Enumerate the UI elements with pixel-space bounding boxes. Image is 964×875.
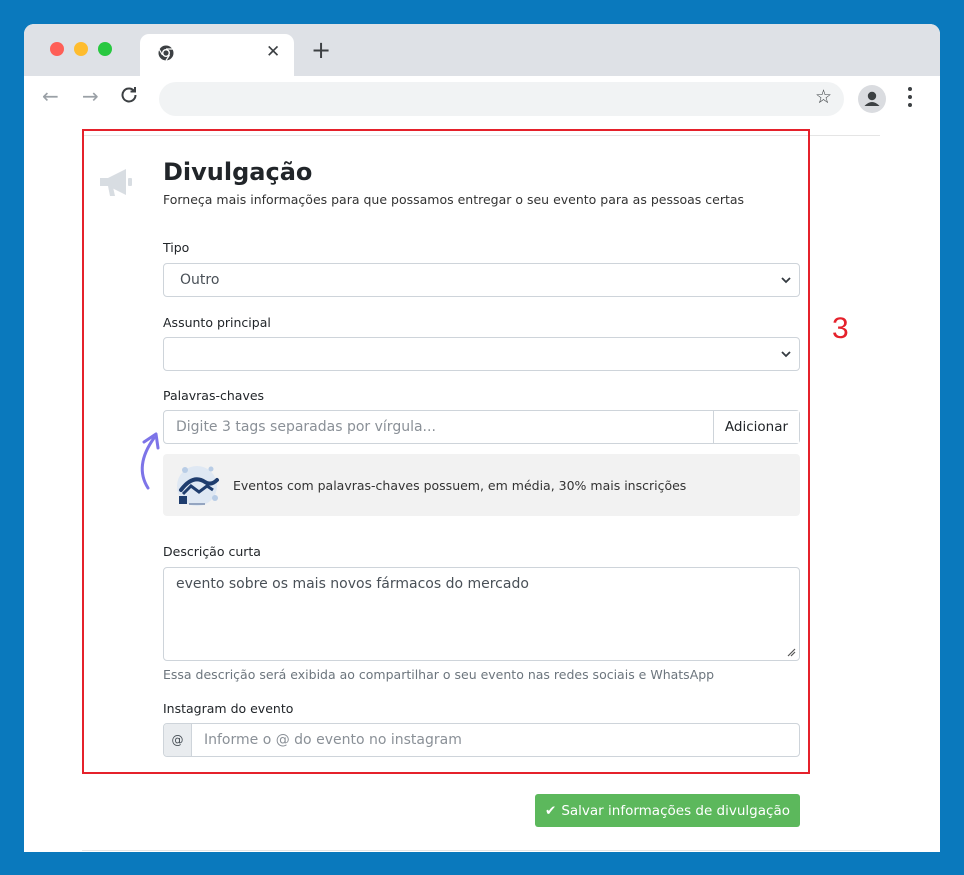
page-title: Divulgação: [163, 158, 313, 186]
instagram-input[interactable]: [192, 724, 798, 756]
keywords-tip-text: Eventos com palavras-chaves possuem, em …: [233, 478, 687, 493]
address-bar[interactable]: ☆: [159, 82, 844, 116]
page-bottom-divider: [82, 850, 880, 851]
browser-tab[interactable]: ✕: [140, 34, 294, 76]
minimize-window-button[interactable]: [74, 42, 88, 56]
browser-window: ✕ + ← → ☆ 3 Divulgação Forneça mais info…: [24, 24, 940, 852]
step-number: 3: [832, 312, 849, 345]
chevron-down-icon: [781, 277, 791, 284]
instagram-label: Instagram do evento: [163, 701, 294, 716]
check-icon: ✔: [545, 802, 557, 819]
instagram-input-group: @: [163, 723, 800, 757]
megaphone-icon: [100, 169, 132, 196]
descricao-label: Descrição curta: [163, 544, 261, 559]
forward-icon[interactable]: →: [82, 86, 99, 106]
page-subtitle: Forneça mais informações para que possam…: [163, 192, 745, 207]
tipo-select-value: Outro: [180, 272, 220, 288]
new-tab-icon[interactable]: +: [311, 38, 331, 62]
back-icon[interactable]: ←: [42, 86, 59, 106]
browser-titlebar: ✕ +: [24, 24, 940, 76]
tipo-select[interactable]: Outro: [163, 263, 800, 297]
palavras-label: Palavras-chaves: [163, 388, 265, 403]
short-description-textarea[interactable]: evento sobre os mais novos fármacos do m…: [163, 567, 800, 661]
save-button-label: Salvar informações de divulgação: [561, 802, 790, 819]
keywords-input[interactable]: [164, 411, 713, 443]
description-help-text: Essa descrição será exibida ao compartil…: [163, 667, 715, 682]
close-window-button[interactable]: [50, 42, 64, 56]
tip-illustration-icon: [177, 466, 219, 506]
maximize-window-button[interactable]: [98, 42, 112, 56]
reload-icon[interactable]: [120, 86, 138, 104]
save-divulgacao-button[interactable]: ✔ Salvar informações de divulgação: [535, 794, 800, 827]
assunto-select[interactable]: [163, 337, 800, 371]
browser-toolbar: ← → ☆: [24, 76, 940, 122]
kebab-menu-icon[interactable]: [908, 87, 912, 107]
chrome-icon: [158, 45, 174, 61]
add-keyword-button[interactable]: Adicionar: [713, 411, 799, 443]
at-sign-addon: @: [164, 724, 192, 756]
keywords-input-group: Adicionar: [163, 410, 800, 444]
resize-handle-icon[interactable]: [786, 647, 796, 657]
profile-avatar-icon[interactable]: [858, 85, 886, 113]
keywords-tip-box: Eventos com palavras-chaves possuem, em …: [163, 454, 800, 516]
bookmark-star-icon[interactable]: ☆: [815, 88, 832, 107]
tipo-label: Tipo: [163, 240, 190, 255]
tab-close-icon[interactable]: ✕: [266, 42, 280, 62]
assunto-label: Assunto principal: [163, 315, 271, 330]
chevron-down-icon: [781, 351, 791, 358]
